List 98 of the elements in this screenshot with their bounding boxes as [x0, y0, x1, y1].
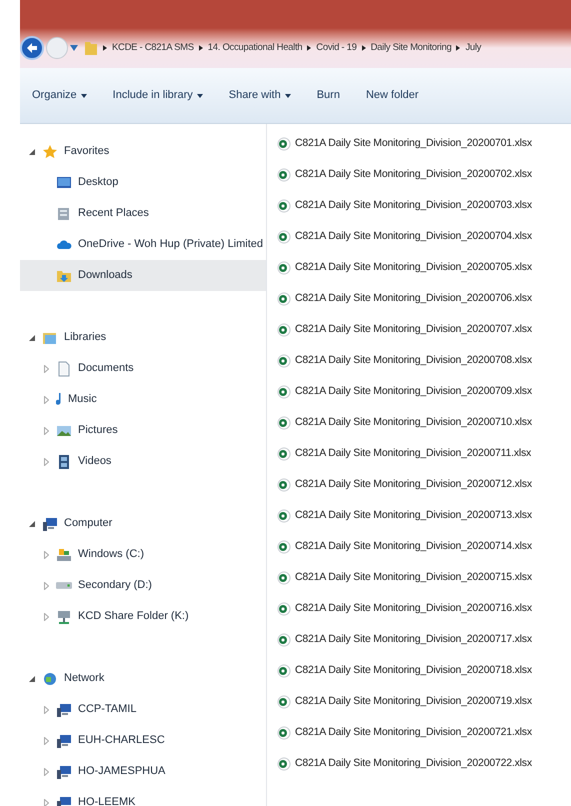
separator-arrow-icon [307, 45, 312, 51]
spreadsheet-file-icon [277, 632, 291, 646]
spreadsheet-file-icon [277, 664, 291, 678]
computer-icon [56, 794, 72, 806]
dropdown-arrow-icon [80, 94, 87, 98]
nav-item[interactable]: KCD Share Folder (K:) [20, 601, 266, 632]
computer-icon [56, 732, 72, 748]
nav-item[interactable]: Desktop [20, 167, 266, 198]
computer-icon [56, 764, 72, 780]
folder-icon [84, 40, 98, 56]
nav-item[interactable]: Libraries [20, 322, 266, 353]
spreadsheet-file-icon [277, 354, 291, 368]
toolbar-button[interactable]: Organize [32, 87, 87, 104]
back-button[interactable] [20, 36, 44, 60]
nav-item[interactable]: HO-JAMESPHUA [20, 756, 266, 787]
nav-item[interactable]: Secondary (D:) [20, 570, 266, 601]
spreadsheet-file-icon [277, 198, 291, 212]
breadcrumb-item[interactable]: July [465, 40, 482, 56]
back-arrow-icon [26, 42, 38, 54]
breadcrumb-item[interactable]: KCDE - C821A SMS [112, 40, 194, 56]
nav-item[interactable]: CCP-TAMIL [20, 694, 266, 725]
file-item[interactable]: C821A Daily Site Monitoring_Division_20200715.xlsx [277, 562, 571, 593]
nav-item[interactable]: HO-LEEMK [20, 787, 266, 806]
nav-item[interactable]: Videos [20, 446, 266, 477]
drive-icon [56, 546, 72, 562]
toolbar-button[interactable]: New folder [366, 87, 419, 104]
spreadsheet-file-icon [277, 322, 291, 336]
nav-item[interactable]: Favorites [20, 136, 266, 167]
separator-arrow-icon [103, 45, 107, 51]
network-drive-icon [56, 608, 72, 624]
nav-item[interactable]: OneDrive - Woh Hup (Private) Limited [20, 229, 266, 260]
spreadsheet-file-icon [277, 540, 291, 554]
spreadsheet-file-icon [277, 384, 291, 398]
nav-item[interactable]: Network [20, 663, 266, 694]
file-item[interactable]: C821A Daily Site Monitoring_Division_20200716.xlsx [277, 593, 571, 624]
recent-places-icon [56, 206, 72, 222]
nav-item[interactable]: Documents [20, 353, 266, 384]
spreadsheet-file-icon [277, 570, 291, 584]
spreadsheet-file-icon [277, 478, 291, 492]
separator-arrow-icon [362, 45, 366, 51]
separator-arrow-icon [456, 45, 460, 51]
file-item[interactable]: C821A Daily Site Monitoring_Division_20200717.xlsx [277, 624, 571, 655]
file-item[interactable]: C821A Daily Site Monitoring_Division_20200705.xlsx [277, 252, 571, 283]
breadcrumb-item[interactable]: Daily Site Monitoring [370, 40, 452, 56]
file-item[interactable]: C821A Daily Site Monitoring_Division_20200722.xlsx [277, 748, 571, 779]
file-item[interactable]: C821A Daily Site Monitoring_Division_20200711.xlsx [277, 438, 571, 469]
file-item[interactable]: C821A Daily Site Monitoring_Division_20200708.xlsx [277, 345, 571, 376]
file-item[interactable]: C821A Daily Site Monitoring_Division_20200712.xlsx [277, 469, 571, 500]
desktop-icon [56, 174, 72, 190]
file-item[interactable]: C821A Daily Site Monitoring_Division_20200721.xlsx [277, 717, 571, 748]
toolbar-button[interactable]: Burn [316, 87, 340, 104]
file-item[interactable]: C821A Daily Site Monitoring_Division_20200703.xlsx [277, 190, 571, 221]
toolbar-button[interactable]: Include in library [112, 87, 203, 104]
nav-item[interactable]: Windows (C:) [20, 539, 266, 570]
file-item[interactable]: C821A Daily Site Monitoring_Division_20200713.xlsx [277, 500, 571, 531]
drive-icon [56, 582, 72, 589]
separator-arrow-icon [198, 45, 203, 51]
spreadsheet-file-icon [277, 446, 291, 460]
file-item[interactable]: C821A Daily Site Monitoring_Division_20200709.xlsx [277, 376, 571, 407]
file-item[interactable]: C821A Daily Site Monitoring_Division_20200718.xlsx [277, 655, 571, 686]
spreadsheet-file-icon [277, 230, 291, 244]
spreadsheet-file-icon [277, 726, 291, 740]
file-item[interactable]: C821A Daily Site Monitoring_Division_20200714.xlsx [277, 531, 571, 562]
computer-icon [56, 702, 72, 718]
file-item[interactable]: C821A Daily Site Monitoring_Division_20200707.xlsx [277, 314, 571, 345]
star-icon [42, 144, 58, 160]
toolbar-button[interactable]: Share with [228, 87, 291, 104]
spreadsheet-file-icon [277, 602, 291, 616]
spreadsheet-file-icon [277, 292, 291, 306]
file-item[interactable]: C821A Daily Site Monitoring_Division_20200710.xlsx [277, 407, 571, 438]
film-icon [56, 454, 72, 470]
nav-item[interactable]: Computer [20, 508, 266, 539]
nav-item[interactable]: Recent Places [20, 198, 266, 229]
nav-item[interactable]: Pictures [20, 415, 266, 446]
music-note-icon [56, 392, 62, 406]
file-item[interactable]: C821A Daily Site Monitoring_Division_20200701.xlsx [277, 128, 571, 159]
spreadsheet-file-icon [277, 508, 291, 522]
file-item[interactable]: C821A Daily Site Monitoring_Division_20200706.xlsx [277, 283, 571, 314]
dropdown-icon[interactable] [70, 45, 78, 51]
file-item[interactable]: C821A Daily Site Monitoring_Division_20200704.xlsx [277, 221, 571, 252]
nav-item[interactable]: EUH-CHARLESC [20, 725, 266, 756]
computer-icon [42, 516, 58, 532]
document-icon [56, 360, 72, 376]
dropdown-arrow-icon [284, 94, 291, 98]
network-icon [42, 670, 58, 686]
spreadsheet-file-icon [277, 260, 291, 274]
nav-item[interactable]: Downloads [20, 260, 266, 291]
breadcrumb-item[interactable]: 14. Occupational Health [208, 40, 302, 56]
spreadsheet-file-icon [277, 756, 291, 770]
spreadsheet-file-icon [277, 416, 291, 430]
spreadsheet-file-icon [277, 168, 291, 182]
nav-item[interactable]: Music [20, 384, 266, 415]
dropdown-arrow-icon [196, 94, 203, 98]
spreadsheet-file-icon [277, 694, 291, 708]
file-item[interactable]: C821A Daily Site Monitoring_Division_20200702.xlsx [277, 159, 571, 190]
breadcrumb-item[interactable]: Covid - 19 [316, 40, 357, 56]
file-item[interactable]: C821A Daily Site Monitoring_Division_20200719.xlsx [277, 686, 571, 717]
spreadsheet-file-icon [277, 136, 291, 150]
